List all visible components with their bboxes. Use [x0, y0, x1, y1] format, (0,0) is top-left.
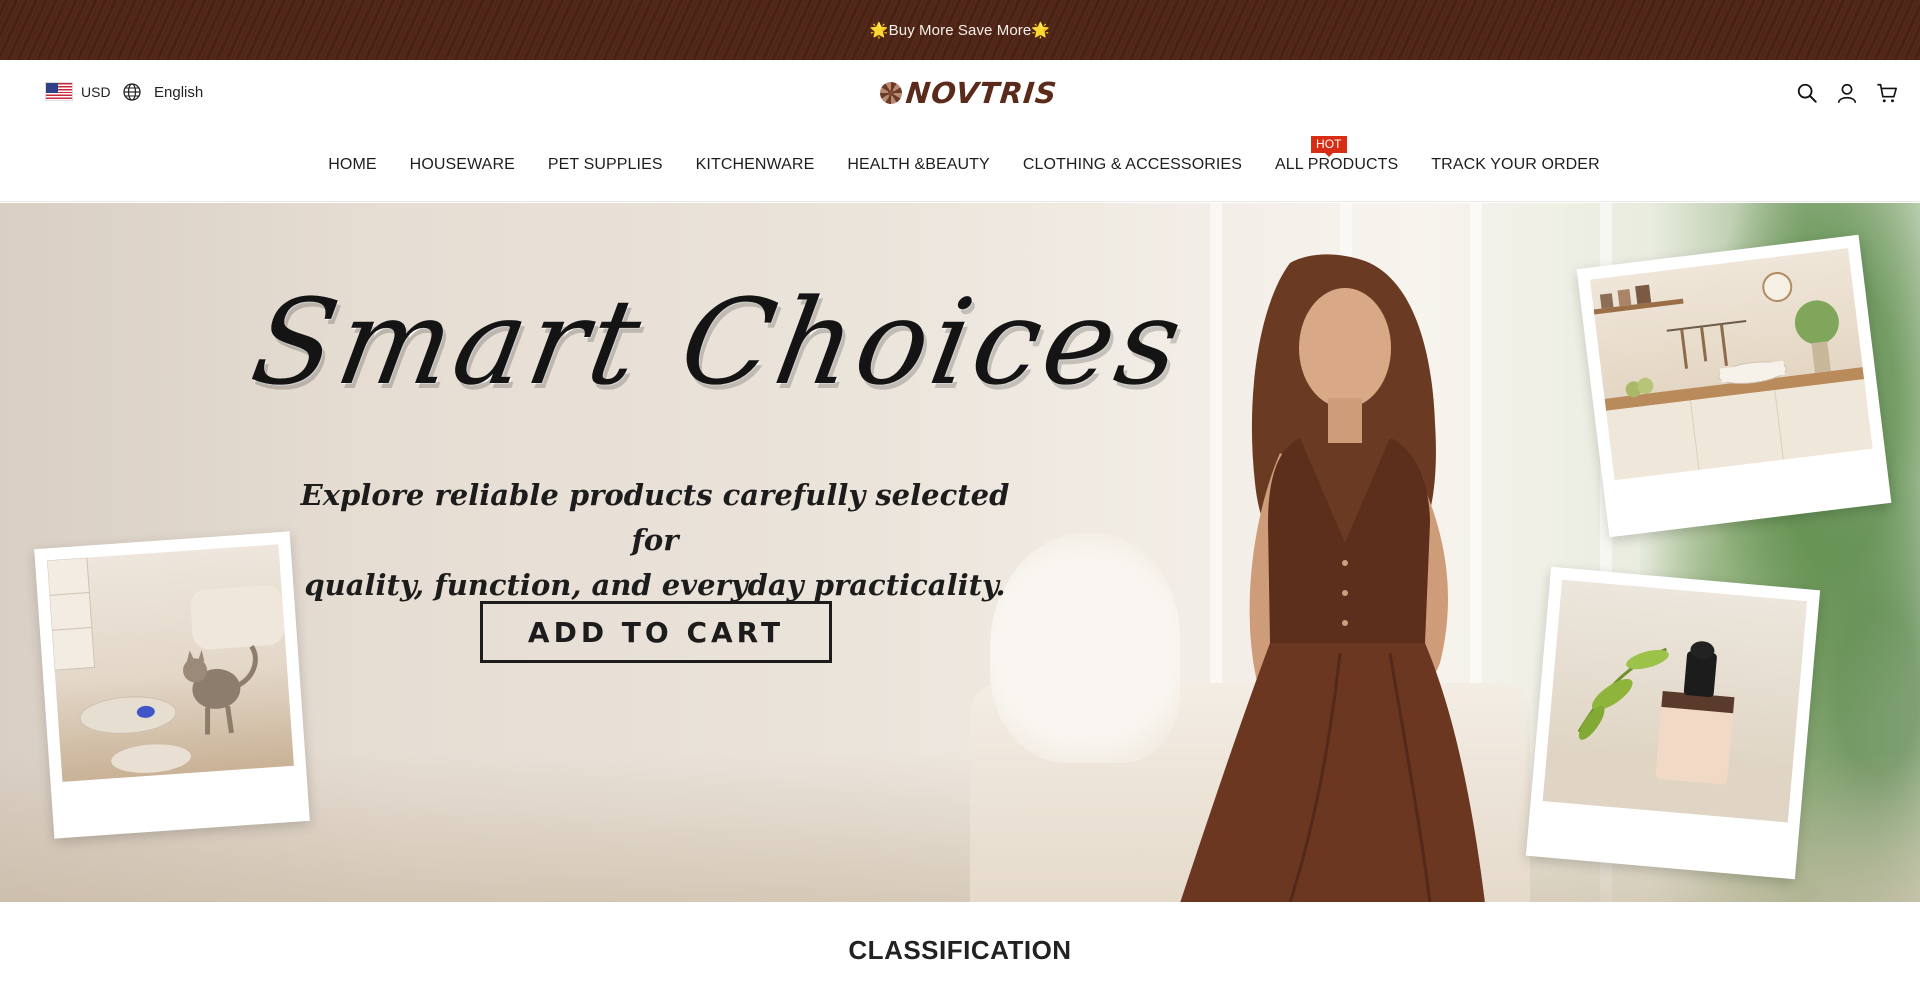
nav-home[interactable]: HOME — [328, 156, 376, 174]
hero-headline: Smart Choices — [242, 273, 1196, 411]
currency-label: USD — [81, 83, 111, 100]
hot-badge: HOT — [1310, 136, 1347, 157]
us-flag-icon — [45, 82, 73, 101]
pet-photo-image — [47, 544, 294, 782]
main-nav: HOME HOUSEWARE PET SUPPLIES KITCHENWARE … — [0, 136, 1920, 174]
hero-subheading-line-1: Explore reliable products carefully sele… — [300, 478, 1010, 557]
add-to-cart-button[interactable]: ADD TO CART — [480, 601, 832, 663]
account-icon[interactable] — [1836, 82, 1858, 104]
site-logo[interactable]: NOVTRIS — [880, 76, 1059, 110]
polaroid-pet-photo — [34, 531, 310, 839]
hero-banner[interactable]: Smart Choices Explore reliable products … — [0, 203, 1920, 902]
logo-text: NOVTRIS — [904, 76, 1059, 110]
nav-track-order[interactable]: TRACK YOUR ORDER — [1431, 156, 1599, 174]
search-icon[interactable] — [1796, 82, 1818, 104]
nav-all-products[interactable]: HOT ALL PRODUCTS — [1274, 136, 1399, 174]
globe-icon — [123, 83, 141, 101]
section-title-classification: CLASSIFICATION — [848, 935, 1072, 965]
nav-houseware[interactable]: HOUSEWARE — [410, 156, 515, 174]
logo-mark-icon — [880, 82, 902, 104]
serum-photo-image — [1542, 579, 1808, 823]
hero-subheading: Explore reliable products carefully sele… — [300, 473, 1010, 608]
announcement-bar: 🌟Buy More Save More🌟 — [0, 0, 1920, 60]
nav-kitchenware[interactable]: KITCHENWARE — [696, 156, 815, 174]
site-header: USD English NOVTRIS HOME HOUSEWARE PET S… — [0, 60, 1920, 202]
currency-selector[interactable]: USD — [45, 82, 111, 101]
cart-icon[interactable] — [1876, 82, 1898, 104]
announcement-text: 🌟Buy More Save More🌟 — [869, 22, 1051, 39]
polaroid-kitchen-photo — [1576, 234, 1892, 538]
nav-health-beauty[interactable]: HEALTH &BEAUTY — [847, 156, 989, 174]
kitchen-photo-image — [1589, 248, 1873, 481]
polaroid-serum-photo — [1525, 566, 1821, 880]
language-selector[interactable]: English — [122, 82, 203, 102]
nav-clothing-accessories[interactable]: CLOTHING & ACCESSORIES — [1023, 156, 1242, 174]
hero-model-image — [1180, 254, 1485, 902]
header-actions — [1796, 82, 1898, 104]
nav-pet-supplies[interactable]: PET SUPPLIES — [548, 156, 663, 174]
language-label: English — [154, 83, 204, 101]
nav-all-products-label: ALL PRODUCTS — [1274, 156, 1399, 173]
